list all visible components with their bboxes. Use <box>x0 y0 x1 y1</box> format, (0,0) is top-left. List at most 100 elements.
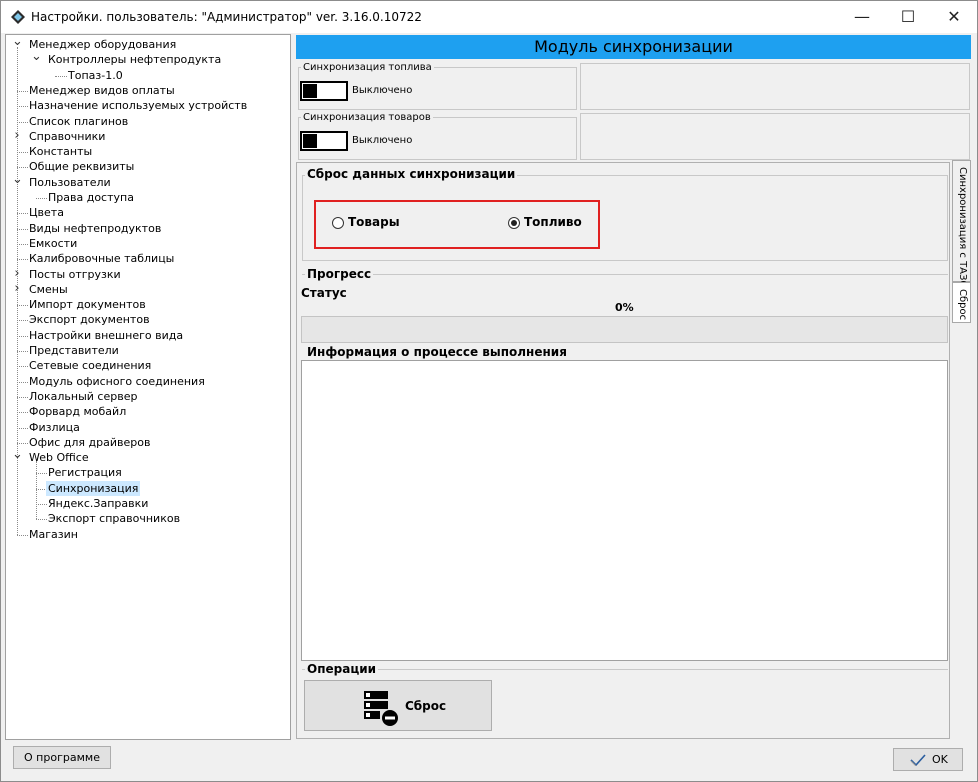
chevron-down-icon[interactable]: ⌄ <box>12 448 23 461</box>
window-title: Настройки. пользователь: "Администратор"… <box>31 10 422 24</box>
tree-item[interactable]: ⌄ Контроллеры нефтепродукта <box>6 50 286 67</box>
tab-sync-tazs[interactable]: Синхронизация с ТАЗС <box>952 160 971 287</box>
tree-item-label: Константы <box>29 145 93 159</box>
tree-item[interactable]: Настройки внешнего вида <box>6 328 286 343</box>
tree-item-label: Топаз-1.0 <box>68 68 123 82</box>
tree-item[interactable]: Экспорт справочников <box>6 511 286 526</box>
reset-button-label: Сброс <box>405 699 447 713</box>
tab-reset[interactable]: Сброс <box>952 282 971 323</box>
tree-connector <box>17 259 28 261</box>
tree-connector <box>17 442 28 444</box>
ok-button[interactable]: OK <box>893 748 963 771</box>
check-icon <box>910 754 926 766</box>
tree-item[interactable]: Виды нефтепродуктов <box>6 221 286 236</box>
tree-item-label: Синхронизация <box>46 480 141 496</box>
tree-item[interactable]: Импорт документов <box>6 297 286 312</box>
tree-item-label: Назначение используемых устройств <box>29 99 248 113</box>
info-title: Информация о процессе выполнения <box>305 345 569 359</box>
tree-item-label: Список плагинов <box>29 114 129 128</box>
tree-item[interactable]: Менеджер видов оплаты <box>6 83 286 98</box>
goods-sync-state: Выключено <box>352 135 413 146</box>
tree-connector <box>17 396 28 398</box>
toggle-knob <box>303 134 317 148</box>
tree-item[interactable]: Экспорт документов <box>6 312 286 327</box>
tree-item[interactable]: › Посты отгрузки <box>6 266 286 282</box>
tree-connector <box>17 534 28 536</box>
tree-item[interactable]: Модуль офисного соединения <box>6 374 286 389</box>
tree-item-label: Справочники <box>29 129 106 143</box>
tree-item[interactable]: Общие реквизиты <box>6 159 286 174</box>
chevron-down-icon[interactable]: ⌄ <box>12 35 23 48</box>
chevron-right-icon[interactable]: › <box>12 128 22 143</box>
tree-item-label: Пользователи <box>29 175 111 189</box>
tree-item[interactable]: Офис для драйверов <box>6 435 286 450</box>
tree-item[interactable]: Физлица <box>6 420 286 435</box>
goods-sync-extra-panel <box>580 113 970 160</box>
tree-item-label: Менеджер оборудования <box>29 38 177 51</box>
tree-item-label: Представители <box>29 344 119 357</box>
tree-item[interactable]: Сетевые соединения <box>6 358 286 373</box>
tree-item[interactable]: Синхронизация <box>6 480 286 496</box>
tree-item-label: Сетевые соединения <box>29 359 152 373</box>
tree-item-label: Виды нефтепродуктов <box>29 221 162 235</box>
maximize-button[interactable]: ☐ <box>885 1 931 33</box>
tree-item-label: Менеджер видов оплаты <box>29 83 175 97</box>
tree-connector <box>17 121 28 123</box>
fuel-sync-toggle[interactable] <box>300 81 348 101</box>
tree-item[interactable]: Яндекс.Заправки <box>6 496 286 511</box>
tab-reset-label: Сброс <box>957 289 968 321</box>
tree-connector <box>17 351 28 352</box>
radio-fuel[interactable] <box>508 217 520 229</box>
chevron-down-icon[interactable]: ⌄ <box>31 50 42 63</box>
tree-item[interactable]: Топаз-1.0 <box>6 68 286 83</box>
tree-item[interactable]: Константы <box>6 144 286 159</box>
tree-item[interactable]: ⌄ Пользователи <box>6 173 286 190</box>
chevron-right-icon[interactable]: › <box>12 266 22 281</box>
goods-sync-toggle[interactable] <box>300 131 348 151</box>
tree-item[interactable]: Емкости <box>6 236 286 251</box>
tree-item[interactable]: › Смены <box>6 281 286 297</box>
tree-item-label: Цвета <box>29 206 64 220</box>
tree-item-label: Экспорт документов <box>29 313 150 327</box>
about-button[interactable]: О программе <box>13 746 111 769</box>
tree-item[interactable]: Магазин <box>6 527 286 542</box>
tree-item[interactable]: › Справочники <box>6 128 286 144</box>
module-header: Модуль синхронизации <box>296 35 971 59</box>
tree-item-label: Контроллеры нефтепродукта <box>48 53 222 67</box>
minimize-button[interactable]: — <box>839 1 885 33</box>
tree-item-label: Физлица <box>29 420 80 434</box>
tree-connector <box>36 473 47 475</box>
radio-goods-label[interactable]: Товары <box>348 215 400 229</box>
tree-item[interactable]: ⌄ Менеджер оборудования <box>6 35 286 52</box>
tree-item[interactable]: Права доступа <box>6 190 286 205</box>
chevron-right-icon[interactable]: › <box>12 281 22 296</box>
tree-connector <box>36 519 47 521</box>
info-log-box[interactable] <box>301 360 948 661</box>
tree-item-label: Офис для драйверов <box>29 435 151 449</box>
close-button[interactable]: ✕ <box>931 1 977 33</box>
reset-button[interactable]: Сброс <box>304 680 492 731</box>
chevron-down-icon[interactable]: ⌄ <box>12 173 23 186</box>
settings-window: Настройки. пользователь: "Администратор"… <box>0 0 978 782</box>
reset-data-title: Сброс данных синхронизации <box>305 167 518 181</box>
tree-item[interactable]: Цвета <box>6 205 286 220</box>
tree-item-label: Настройки внешнего вида <box>29 328 184 342</box>
tree-connector <box>36 504 47 505</box>
tree-item-label: Экспорт справочников <box>48 512 181 526</box>
tree-item[interactable]: Список плагинов <box>6 114 286 129</box>
tree-connector <box>17 381 28 383</box>
tree-item[interactable]: Форвард мобайл <box>6 404 286 419</box>
tree-item-label: Web Office <box>29 451 89 465</box>
tree-item[interactable]: Локальный сервер <box>6 389 286 404</box>
tree-item[interactable]: Регистрация <box>6 465 286 480</box>
tree-connector <box>17 320 28 322</box>
tree-item[interactable]: Представители <box>6 343 286 358</box>
status-label: Статус <box>299 286 349 300</box>
tree-item[interactable]: Калибровочные таблицы <box>6 251 286 266</box>
tree-item-label: Общие реквизиты <box>29 160 135 174</box>
radio-goods[interactable] <box>332 217 344 229</box>
radio-fuel-label[interactable]: Топливо <box>524 215 582 229</box>
tree-item[interactable]: ⌄ Web Office <box>6 448 286 465</box>
settings-tree[interactable]: ⌄ Менеджер оборудования ⌄ Контроллеры нефте… <box>5 34 291 740</box>
tree-item[interactable]: Назначение используемых устройств <box>6 98 286 113</box>
